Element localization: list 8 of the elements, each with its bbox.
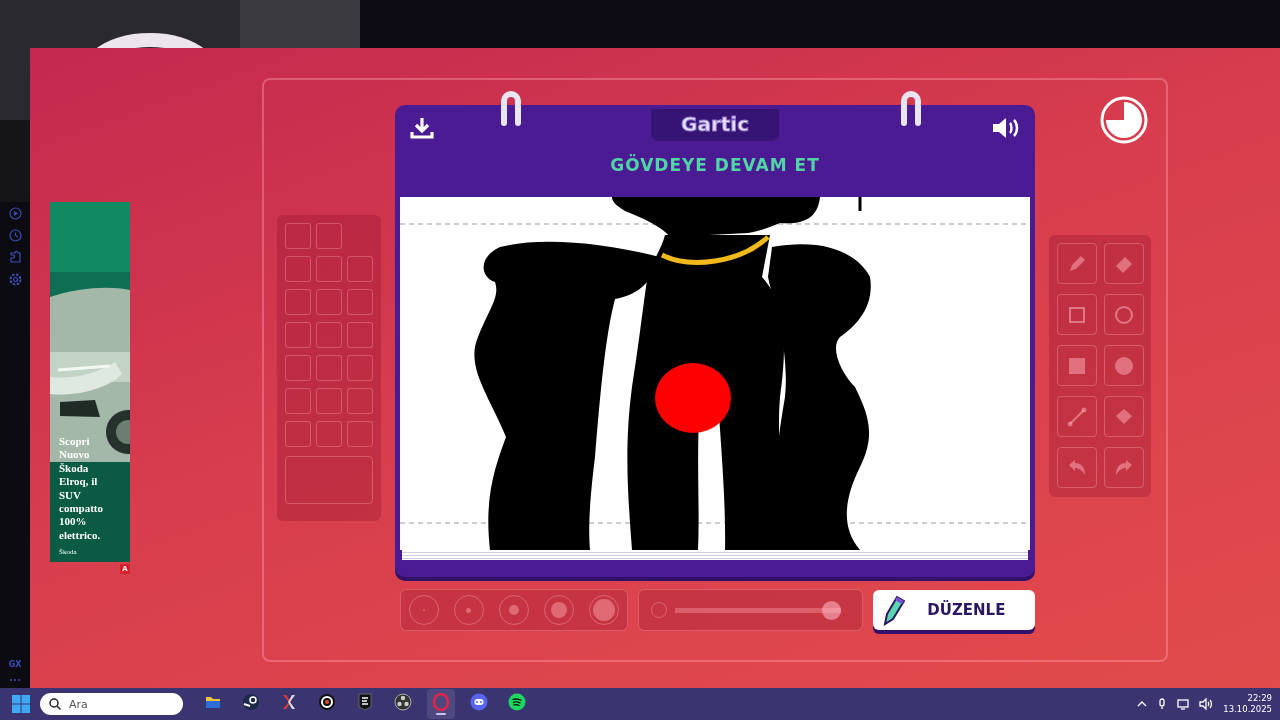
clock-time[interactable]: 22:29 (1247, 693, 1272, 704)
clock-date[interactable]: 13.10.2025 (1223, 704, 1272, 715)
ad-marker[interactable]: A (120, 564, 130, 574)
search-field[interactable]: Ara (40, 693, 183, 715)
prompt-title: GÖVDEYE DEVAM ET (610, 155, 820, 175)
advertisement-text: Scopri Nuovo Škoda Elroq, il SUV compatto 100% elettrico. (59, 435, 104, 543)
game-logo: Gartic (650, 109, 779, 141)
search-input[interactable]: Ara (69, 697, 159, 711)
